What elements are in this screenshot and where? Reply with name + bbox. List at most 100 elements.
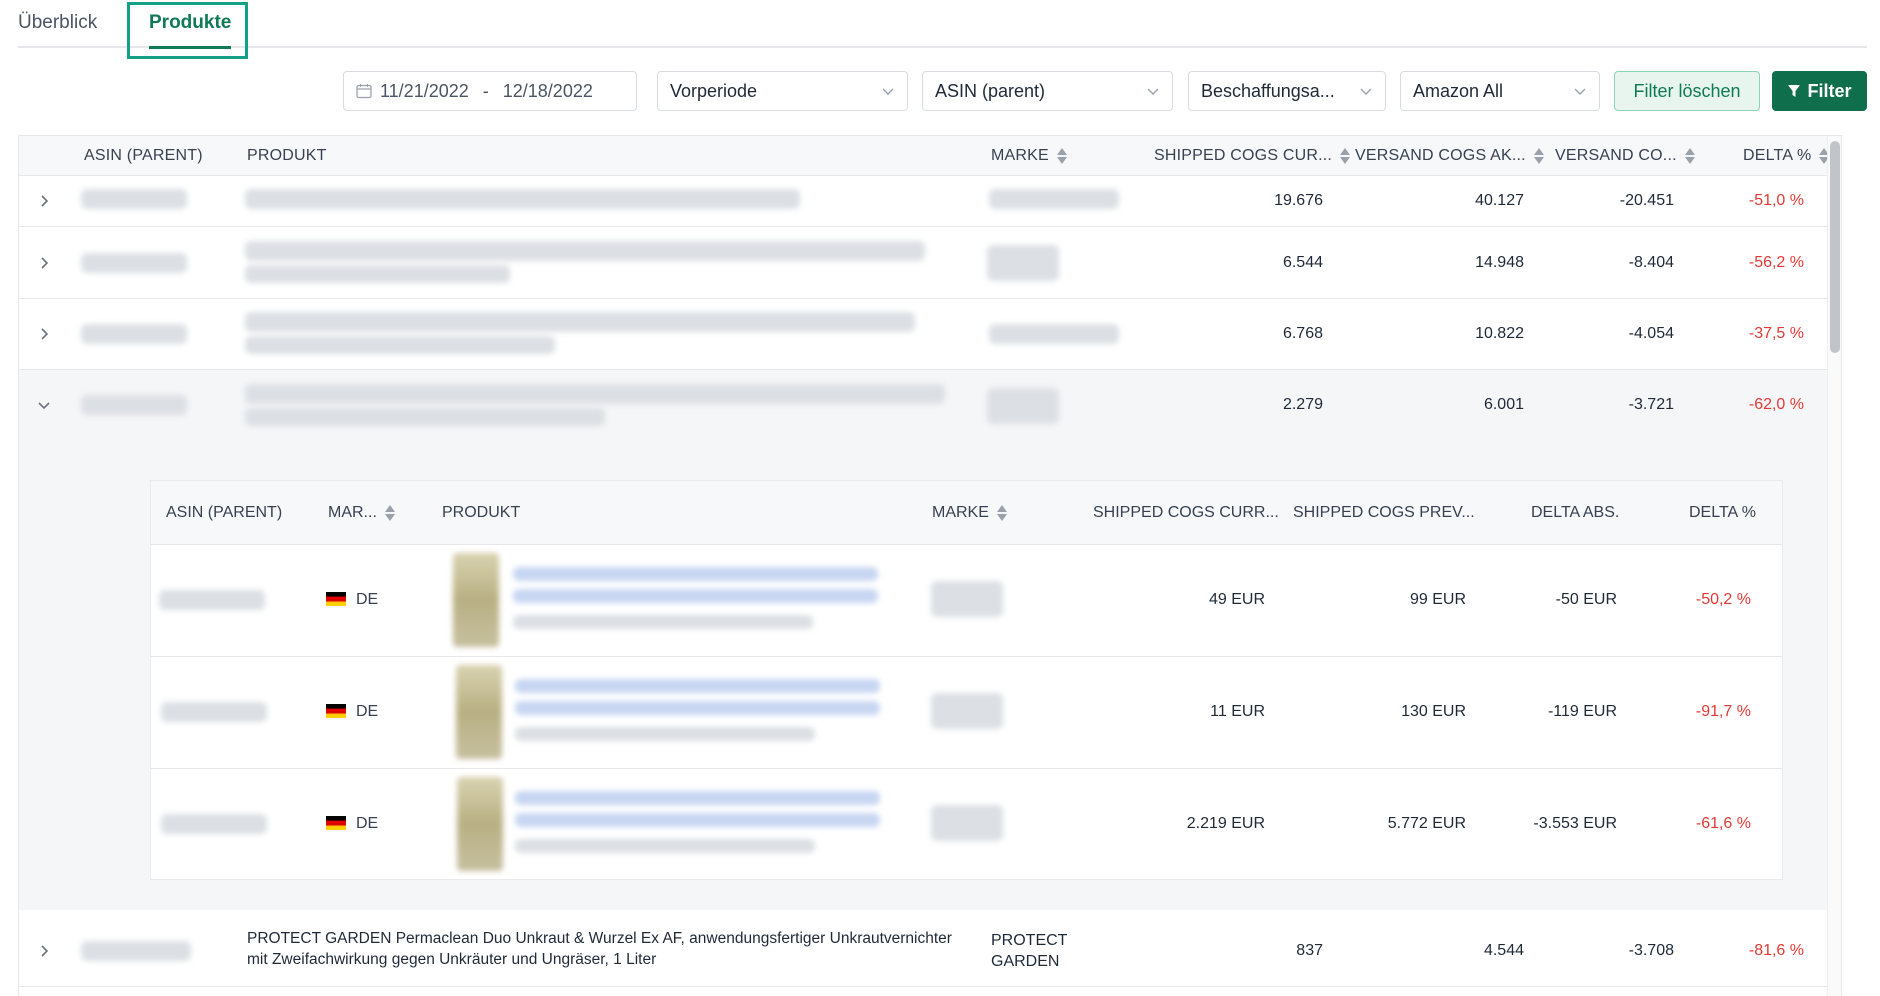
shipped-current-value: 49 EUR (1208, 591, 1265, 608)
product-name-line: PROTECT GARDEN Permaclean Duo Unkraut & … (247, 930, 952, 947)
marketplace-cell: DE (326, 815, 378, 833)
clear-filter-button[interactable]: Filter löschen (1614, 71, 1760, 111)
product-link-redacted[interactable] (515, 679, 880, 693)
product-image (457, 777, 503, 871)
product-link-redacted[interactable] (515, 791, 880, 805)
sort-icon[interactable] (1056, 147, 1067, 165)
versand-delta-value: -3.708 (1628, 942, 1674, 959)
subtable-header: ASIN (PARENT) MAR... PRODUKT MARKE SHIPP… (151, 481, 1782, 545)
sub-col-product[interactable]: PRODUKT (442, 481, 520, 545)
sub-col-delta-abs[interactable]: DELTA ABS. (1531, 481, 1619, 545)
delta-pct-value: -91,7 % (1695, 703, 1751, 720)
sub-col-asin-parent[interactable]: ASIN (PARENT) (166, 481, 282, 545)
asin-redacted (81, 189, 187, 209)
brand-redacted (987, 245, 1059, 281)
sort-icon[interactable] (384, 504, 395, 522)
sort-icon[interactable] (996, 504, 1007, 522)
sub-col-shipped-current[interactable]: SHIPPED COGS CURR... (1093, 481, 1279, 545)
marketplace-code: DE (356, 815, 379, 832)
product-link-redacted[interactable] (513, 567, 878, 581)
col-versand-cogs-prev[interactable]: VERSAND COGS AK... (1355, 136, 1544, 176)
marketplace-cell: DE (326, 703, 378, 721)
apply-filter-button[interactable]: Filter (1772, 71, 1867, 111)
shipped-prev-value: 5.772 EUR (1387, 815, 1466, 832)
versand-prev-value: 4.544 (1483, 942, 1524, 959)
subtable-row[interactable]: DE 2.219 EUR 5.772 EUR -3.553 EUR -61,6 … (151, 769, 1782, 881)
marketplace-select[interactable]: Amazon All (1400, 71, 1600, 111)
marketplace-subtable: ASIN (PARENT) MAR... PRODUKT MARKE SHIPP… (150, 480, 1783, 880)
sort-icon[interactable] (1340, 147, 1351, 165)
shipped-cogs-value: 6.768 (1282, 325, 1323, 342)
chevron-down-icon (1574, 88, 1586, 95)
date-end[interactable]: 12/18/2022 (503, 81, 593, 102)
sub-col-brand[interactable]: MARKE (932, 481, 1007, 545)
table-row[interactable]: 6.544 14.948 -8.404 -56,2 % (19, 227, 1841, 299)
period-select[interactable]: Vorperiode (657, 71, 908, 111)
product-meta-redacted (513, 615, 813, 629)
table-row[interactable]: 19.676 40.127 -20.451 -51,0 % (19, 176, 1841, 227)
sub-col-marketplace[interactable]: MAR... (328, 481, 395, 545)
table-row-expanded[interactable]: 2.279 6.001 -3.721 -62,0 % (19, 370, 1841, 440)
chevron-right-icon[interactable] (37, 256, 51, 270)
asin-redacted (159, 590, 265, 610)
brand-redacted (989, 189, 1119, 209)
versand-delta-value: -8.404 (1628, 254, 1674, 271)
marketplace-select-value: Amazon All (1413, 80, 1504, 101)
sort-icon[interactable] (1684, 147, 1695, 165)
subtable-row[interactable]: DE 49 EUR 99 EUR -50 EUR -50,2 % (151, 545, 1782, 657)
delta-abs-value: -3.553 EUR (1533, 815, 1617, 832)
sub-col-delta-pct[interactable]: DELTA % (1689, 481, 1756, 545)
tab-products[interactable]: Produkte (149, 12, 232, 49)
asin-select[interactable]: ASIN (parent) (922, 71, 1173, 111)
product-redacted (245, 408, 605, 426)
table-row[interactable]: PROTECT GARDEN Permaclean Duo Unkraut & … (19, 916, 1841, 987)
table-header: ASIN (PARENT) PRODUKT MARKE SHIPPED COGS… (19, 136, 1841, 176)
table-scrollbar[interactable] (1827, 136, 1841, 996)
delta-pct-value: -51,0 % (1748, 192, 1804, 209)
tab-bar: Überblick Produkte (18, 0, 1867, 49)
versand-prev-value: 40.127 (1475, 192, 1524, 209)
product-link-redacted[interactable] (513, 589, 878, 603)
product-redacted (245, 241, 925, 261)
marketplace-code: DE (356, 591, 379, 608)
brand-redacted (989, 324, 1119, 344)
shipped-current-value: 2.219 EUR (1186, 815, 1265, 832)
col-asin-parent[interactable]: ASIN (PARENT) (84, 136, 203, 176)
versand-prev-value: 14.948 (1475, 254, 1524, 271)
sort-icon[interactable] (1533, 147, 1544, 165)
filter-icon (1788, 85, 1801, 97)
shipped-cogs-value: 19.676 (1274, 192, 1323, 209)
date-start[interactable]: 11/21/2022 (380, 81, 469, 102)
delta-pct-value: -61,6 % (1695, 815, 1751, 832)
brand-redacted (931, 693, 1003, 729)
chevron-right-icon[interactable] (37, 327, 51, 341)
brand-redacted (931, 581, 1003, 617)
brand-redacted (987, 388, 1059, 424)
col-versand-delta-label: VERSAND CO... (1555, 147, 1677, 164)
table-row[interactable]: 6.768 10.822 -4.054 -37,5 % (19, 299, 1841, 370)
sub-col-brand-label: MARKE (932, 504, 989, 521)
scrollbar-thumb[interactable] (1830, 141, 1840, 353)
date-range-picker[interactable]: 11/21/2022 - 12/18/2022 (343, 71, 637, 111)
sub-col-shipped-prev[interactable]: SHIPPED COGS PREV... (1293, 481, 1475, 545)
product-redacted (245, 336, 555, 354)
col-delta-pct[interactable]: DELTA % (1743, 136, 1830, 176)
shipped-cogs-value: 837 (1296, 942, 1323, 959)
chevron-right-icon[interactable] (37, 944, 51, 958)
delta-pct-value: -56,2 % (1748, 254, 1804, 271)
col-brand[interactable]: MARKE (991, 136, 1067, 176)
product-link-redacted[interactable] (515, 813, 880, 827)
versand-prev-value: 10.822 (1475, 325, 1524, 342)
col-brand-label: MARKE (991, 147, 1049, 164)
chevron-right-icon[interactable] (37, 194, 51, 208)
col-shipped-cogs-current[interactable]: SHIPPED COGS CUR... (1154, 136, 1351, 176)
chevron-down-icon[interactable] (37, 398, 51, 412)
col-versand-cogs-delta[interactable]: VERSAND CO... (1555, 136, 1695, 176)
asin-redacted (81, 253, 187, 273)
subtable-row[interactable]: DE 11 EUR 130 EUR -119 EUR -91,7 % (151, 657, 1782, 769)
procurement-select[interactable]: Beschaffungsa... (1188, 71, 1386, 111)
product-image (453, 553, 499, 647)
tab-overview[interactable]: Überblick (18, 12, 97, 34)
product-link-redacted[interactable] (515, 701, 880, 715)
col-product[interactable]: PRODUKT (247, 136, 327, 176)
